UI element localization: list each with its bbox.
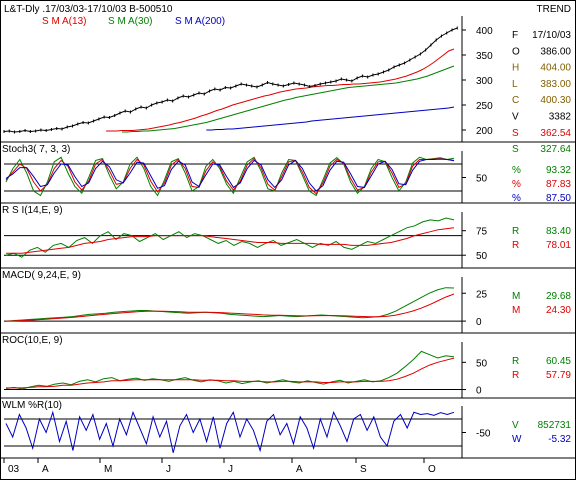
readout-label: F [512, 30, 518, 41]
readout-label: M [512, 291, 520, 302]
readout-label: V [512, 112, 519, 123]
readout-value: 29.68 [546, 291, 571, 302]
x-tick-label: A [296, 464, 303, 475]
legend-sma200: S M A(200) [175, 16, 225, 27]
legend-sma30: S M A(30) [108, 16, 152, 27]
readout-label: V [512, 420, 519, 431]
readout-label: C [512, 95, 519, 106]
readout-value: 87.50 [546, 193, 571, 204]
readout-value: 852731 [538, 420, 572, 431]
readout-label: R [512, 356, 519, 367]
readout-label: O [512, 46, 520, 57]
chart-border [0, 0, 576, 480]
readout-value: 60.45 [546, 356, 571, 367]
readout-label: R [512, 240, 519, 251]
readout-value: 327.64 [540, 144, 571, 155]
readout-label: % [512, 179, 521, 190]
macd-panel-title: MACD( 9,24,E, 9) [2, 270, 81, 281]
x-tick-label: J [166, 464, 171, 475]
readout-value: 57.79 [546, 370, 571, 381]
readout-label: S [512, 144, 519, 155]
readout-value: 362.54 [540, 128, 571, 139]
y-tick-label: -50 [476, 429, 491, 440]
stoch-panel-title: Stoch3( 7, 3, 3) [2, 144, 70, 155]
price-legend: S M A(13) S M A(30) S M A(200) [42, 16, 225, 27]
readout-label: % [512, 193, 521, 204]
legend-sma13: S M A(13) [42, 16, 86, 27]
readout-value: 87.83 [546, 179, 571, 190]
readout-label: S [512, 128, 519, 139]
chart-title: L&T-Dly .17/03/03-17/10/03 B-500510 [4, 4, 173, 15]
readout-label: R [512, 226, 519, 237]
y-tick-label: 400 [476, 26, 493, 37]
readout-label: R [512, 370, 519, 381]
roc-panel-title: ROC(10,E, 9) [2, 335, 63, 346]
readout-value: -5.32 [548, 434, 571, 445]
readout-label: H [512, 63, 519, 74]
readout-value: 17/10/03 [532, 30, 571, 41]
readout-value: 78.01 [546, 240, 571, 251]
y-tick-label: 300 [476, 76, 493, 87]
y-tick-label: 25 [476, 289, 488, 300]
y-tick-label: 0 [476, 317, 482, 328]
y-tick-label: 200 [476, 126, 493, 137]
x-tick-label: S [360, 464, 367, 475]
readout-value: 83.40 [546, 226, 571, 237]
readout-value: 3382 [549, 112, 572, 123]
readout-value: 383.00 [540, 79, 571, 90]
x-tick-label: 03 [8, 464, 20, 475]
readout-value: 93.32 [546, 165, 571, 176]
readout-label: L [512, 79, 518, 90]
trend-label: TREND [537, 4, 571, 15]
technical-chart: L&T-Dly .17/03/03-17/10/03 B-500510 TREN… [0, 0, 576, 480]
readout-label: M [512, 305, 520, 316]
x-tick-label: J [228, 464, 233, 475]
y-tick-label: 50 [476, 174, 488, 185]
y-tick-label: 75 [476, 227, 488, 238]
x-tick-label: M [104, 464, 112, 475]
wlm-panel-title: WLM %R(10) [2, 400, 62, 411]
readout-value: 386.00 [540, 46, 571, 57]
rsi-panel-title: R S I(14,E, 9) [2, 205, 63, 216]
y-tick-label: 50 [476, 358, 488, 369]
readout-label: % [512, 165, 521, 176]
readout-value: 400.30 [540, 95, 571, 106]
y-tick-label: 0 [476, 386, 482, 397]
y-tick-label: 50 [476, 251, 488, 262]
y-tick-label: 250 [476, 101, 493, 112]
x-tick-label: O [428, 464, 436, 475]
readout-value: 404.00 [540, 63, 571, 74]
x-tick-label: A [42, 464, 49, 475]
y-tick-label: 350 [476, 51, 493, 62]
readout-value: 24.30 [546, 305, 571, 316]
readout-label: W [512, 434, 522, 445]
